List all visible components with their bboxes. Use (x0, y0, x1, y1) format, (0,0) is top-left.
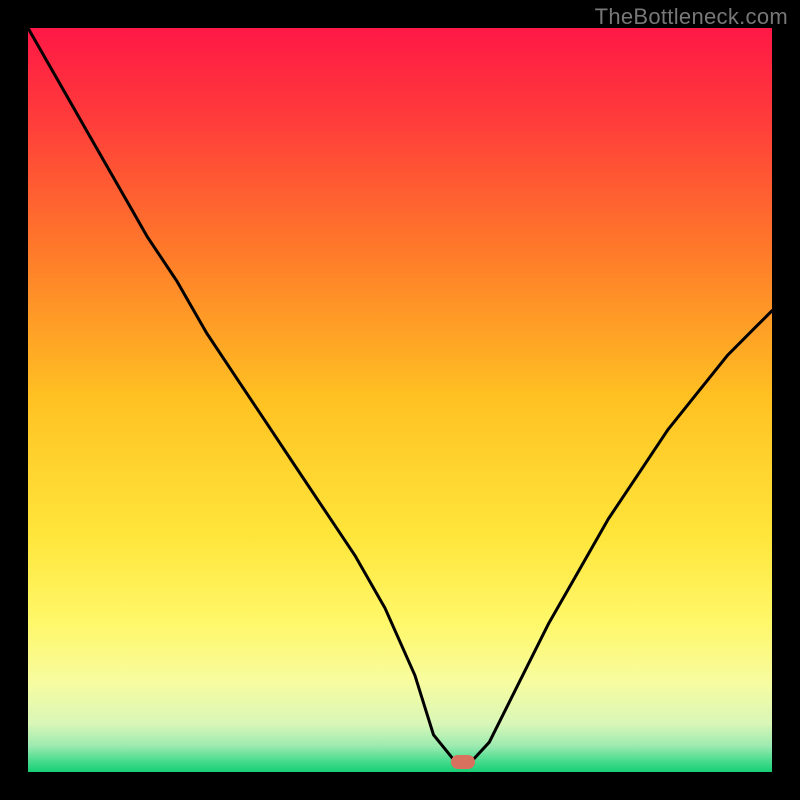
gradient-background (28, 28, 772, 772)
chart-svg (28, 28, 772, 772)
optimal-point-marker (451, 755, 475, 769)
chart-frame: TheBottleneck.com (0, 0, 800, 800)
watermark-text: TheBottleneck.com (595, 4, 788, 30)
plot-area (28, 28, 772, 772)
